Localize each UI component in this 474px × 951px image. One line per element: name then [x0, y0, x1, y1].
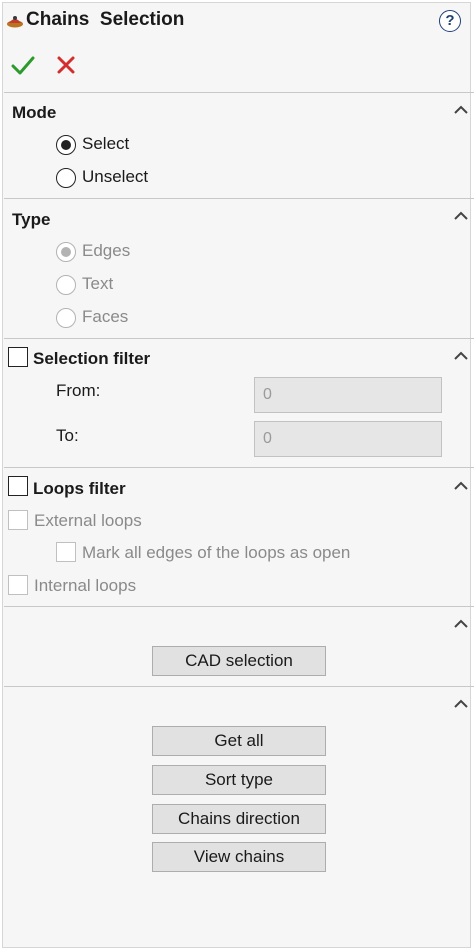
type-edges-label: Edges — [82, 241, 131, 260]
chevron-up-icon[interactable] — [453, 619, 469, 629]
divider — [4, 686, 474, 687]
panel-title: Chains Selection — [26, 9, 185, 30]
help-icon[interactable]: ? — [439, 10, 461, 32]
divider — [4, 92, 474, 93]
loops-filter-checkbox[interactable] — [8, 476, 28, 496]
type-edges-radio — [56, 242, 76, 262]
check-icon[interactable] — [10, 52, 36, 78]
mode-unselect-label: Unselect — [82, 167, 149, 186]
type-faces-radio — [56, 308, 76, 328]
divider — [4, 467, 474, 468]
type-section-title: Type — [12, 210, 51, 229]
chains-direction-button[interactable]: Chains direction — [152, 804, 326, 834]
view-chains-button[interactable]: View chains — [152, 842, 326, 872]
type-faces-label: Faces — [82, 307, 129, 326]
to-label: To: — [56, 426, 79, 445]
type-faces-option: Faces — [56, 307, 176, 331]
selection-filter-checkbox[interactable] — [8, 347, 28, 367]
mark-all-edges-checkbox — [56, 542, 76, 562]
close-icon[interactable] — [54, 53, 78, 77]
type-text-option: Text — [56, 274, 176, 298]
chevron-up-icon[interactable] — [453, 699, 469, 709]
divider — [4, 338, 474, 339]
from-label: From: — [56, 381, 101, 400]
internal-loops-checkbox — [8, 575, 28, 595]
internal-loops-label: Internal loops — [34, 576, 137, 595]
mode-unselect-radio[interactable] — [56, 168, 76, 188]
external-loops-checkbox — [8, 510, 28, 530]
chevron-up-icon[interactable] — [453, 481, 469, 491]
type-text-radio — [56, 275, 76, 295]
external-loops-label: External loops — [34, 511, 142, 530]
divider — [4, 606, 474, 607]
cad-selection-button[interactable]: CAD selection — [152, 646, 326, 676]
get-all-button[interactable]: Get all — [152, 726, 326, 756]
sort-type-button[interactable]: Sort type — [152, 765, 326, 795]
mode-select-option[interactable]: Select — [56, 134, 176, 158]
divider — [4, 198, 474, 199]
loops-filter-title: Loops filter — [33, 479, 126, 498]
mode-select-label: Select — [82, 134, 130, 153]
mode-section-title: Mode — [12, 103, 57, 122]
from-input: 0 — [254, 377, 442, 413]
type-edges-option: Edges — [56, 241, 176, 265]
mark-all-edges-label: Mark all edges of the loops as open — [82, 543, 351, 562]
type-text-label: Text — [82, 274, 114, 293]
mode-select-radio[interactable] — [56, 135, 76, 155]
chevron-up-icon[interactable] — [453, 351, 469, 361]
to-input: 0 — [254, 421, 442, 457]
chevron-up-icon[interactable] — [453, 211, 469, 221]
selection-filter-title: Selection filter — [33, 349, 151, 368]
chevron-up-icon[interactable] — [453, 105, 469, 115]
mode-unselect-option[interactable]: Unselect — [56, 167, 176, 191]
app-logo-icon — [7, 16, 23, 28]
